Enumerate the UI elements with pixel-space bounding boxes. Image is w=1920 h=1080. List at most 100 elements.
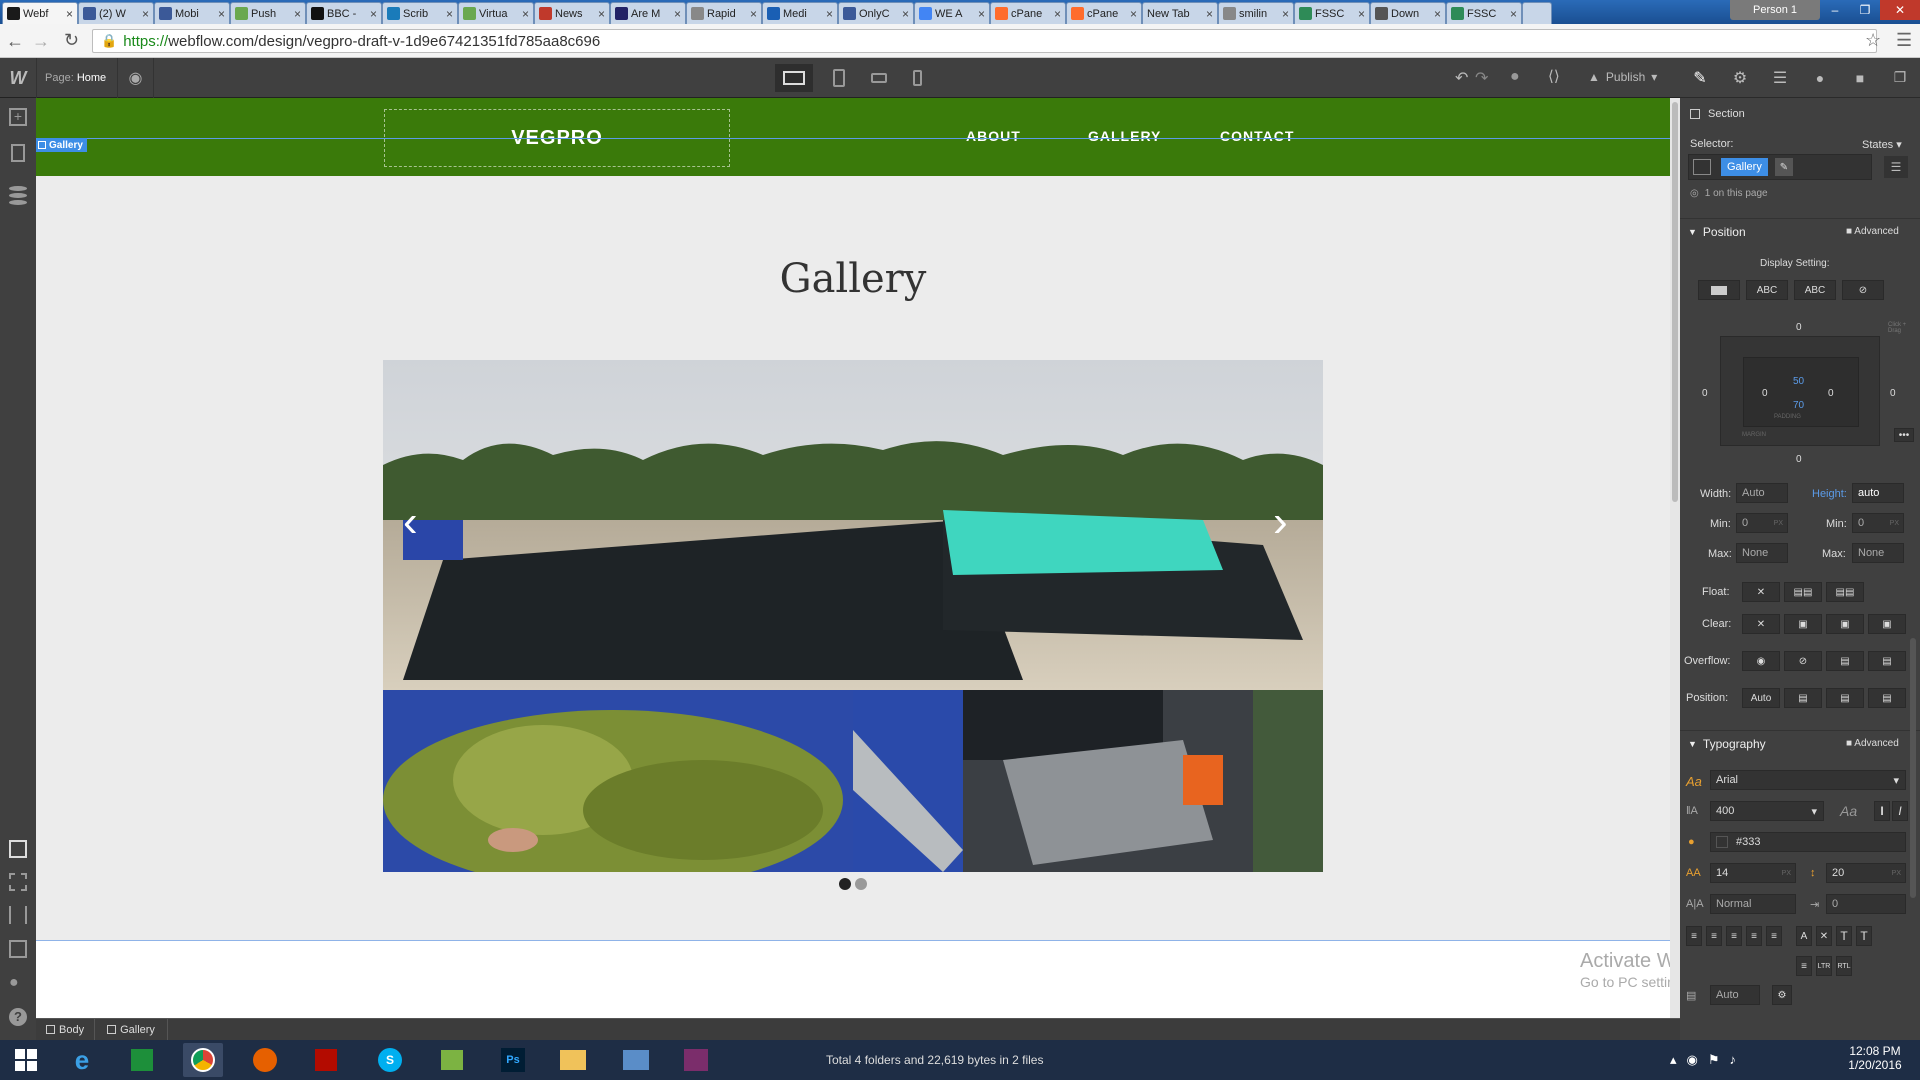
messenger-icon[interactable] [432, 1043, 472, 1077]
ltr-direction-icon[interactable]: LTR [1816, 956, 1832, 976]
close-tab-icon[interactable]: × [1206, 7, 1213, 21]
font-family-select[interactable]: Arial ▾ [1710, 770, 1906, 790]
menu-icon[interactable]: ☰ [1896, 30, 1912, 51]
height-input[interactable]: auto [1852, 483, 1904, 503]
canvas-scrollbar[interactable] [1670, 98, 1680, 1018]
slider-dot[interactable] [839, 878, 851, 890]
close-tab-icon[interactable]: × [218, 7, 225, 21]
box-model-editor[interactable] [1720, 336, 1880, 446]
browser-tab[interactable]: smilin × [1218, 2, 1294, 24]
portrait-phone-view-icon[interactable] [898, 64, 936, 92]
margin-left-value[interactable]: 0 [1702, 388, 1708, 399]
photos-icon[interactable] [616, 1043, 656, 1077]
color-swatch[interactable] [1716, 836, 1728, 848]
add-element-icon[interactable]: + [9, 108, 27, 126]
browser-tab[interactable]: Push × [230, 2, 306, 24]
browser-tab[interactable]: Are M × [610, 2, 686, 24]
gallery-slider[interactable]: ‹ › [383, 360, 1323, 690]
overflow-visible-button[interactable]: ◉ [1742, 651, 1780, 671]
margin-right-value[interactable]: 0 [1890, 388, 1896, 399]
close-tab-icon[interactable]: × [66, 7, 73, 21]
close-tab-icon[interactable]: × [446, 7, 453, 21]
browser-tab[interactable]: OnlyC × [838, 2, 914, 24]
interactions-icon[interactable]: ❐ [1880, 58, 1920, 97]
close-tab-icon[interactable]: × [1054, 7, 1061, 21]
gallery-section[interactable]: Gallery ‹ › [36, 176, 1670, 941]
style-list-icon[interactable]: ☰ [1884, 156, 1908, 178]
browser-tab[interactable]: FSSC × [1294, 2, 1370, 24]
store-icon[interactable] [122, 1043, 162, 1077]
browser-tab[interactable]: FSSC × [1446, 2, 1522, 24]
box-more-icon[interactable]: ••• [1894, 428, 1914, 442]
display-block-button[interactable] [1698, 280, 1740, 300]
states-dropdown[interactable]: States ▾ [1862, 138, 1902, 151]
close-tab-icon[interactable]: × [750, 7, 757, 21]
min-height-input[interactable]: 0 PX [1852, 513, 1904, 533]
new-tab-button[interactable] [1522, 2, 1552, 24]
align-center-icon[interactable]: ≡ [1726, 926, 1742, 946]
max-height-input[interactable]: None [1852, 543, 1904, 563]
browser-tab[interactable]: Mobi × [154, 2, 230, 24]
settings-gear-icon[interactable]: ⚙ [1720, 58, 1760, 97]
align-left-button-icon[interactable]: ≡ [1706, 926, 1722, 946]
pages-icon[interactable] [11, 144, 25, 162]
columns-input[interactable]: Auto [1710, 985, 1760, 1005]
browser-tab[interactable]: Down × [1370, 2, 1446, 24]
align-justify-icon[interactable]: ≡ [1766, 926, 1782, 946]
line-height-input[interactable]: 20 PX [1826, 863, 1906, 883]
text-indent-input[interactable]: 0 [1826, 894, 1906, 914]
selected-element-tag[interactable]: Gallery [36, 138, 87, 152]
browser-tab[interactable]: Rapid × [686, 2, 762, 24]
browser-tab[interactable]: cPane × [990, 2, 1066, 24]
webflow-logo-icon[interactable]: W [0, 58, 36, 98]
breadcrumb-body[interactable]: Body [36, 1019, 96, 1040]
close-tab-icon[interactable]: × [674, 7, 681, 21]
float-left-button[interactable]: ▤▤ [1784, 582, 1822, 602]
padding-top-value[interactable]: 50 [1793, 376, 1804, 387]
undo-icon[interactable]: ↶ [1455, 68, 1468, 88]
design-canvas[interactable]: VEGPRO ABOUT GALLERY CONTACT Gallery Gal… [36, 98, 1670, 1018]
overflow-scroll-button[interactable]: ▤ [1826, 651, 1864, 671]
font-size-input[interactable]: 14 PX [1710, 863, 1796, 883]
rtl-direction-icon[interactable]: RTL [1836, 956, 1852, 976]
font-weight-select[interactable]: 400 ▾ [1710, 801, 1824, 821]
photoshop-icon[interactable]: Ps [493, 1043, 533, 1077]
gallery-heading[interactable]: Gallery [36, 256, 1670, 302]
maximize-icon[interactable]: ❐ [1850, 0, 1880, 20]
nav-link-contact[interactable]: CONTACT [1220, 128, 1320, 144]
volume-icon[interactable]: ♪ [1730, 1052, 1737, 1068]
close-tab-icon[interactable]: × [978, 7, 985, 21]
margin-bottom-value[interactable]: 0 [1796, 454, 1802, 465]
navigator-list-icon[interactable]: ☰ [1760, 58, 1800, 97]
italic-on-icon[interactable]: I [1892, 801, 1908, 821]
browser-tab[interactable]: (2) W × [78, 2, 154, 24]
globe-icon[interactable]: ● [1510, 68, 1520, 86]
max-width-input[interactable]: None [1736, 543, 1788, 563]
position-absolute-button[interactable]: ▤ [1826, 688, 1864, 708]
code-export-icon[interactable]: ⟨⟩ [1548, 67, 1560, 85]
font-style-icon[interactable]: Aa [1840, 803, 1857, 819]
close-tab-icon[interactable]: × [370, 7, 377, 21]
edit-class-pencil-icon[interactable]: ✎ [1775, 158, 1793, 176]
tablet-view-icon[interactable] [820, 64, 858, 92]
padding-left-value[interactable]: 0 [1762, 388, 1768, 399]
close-tab-icon[interactable]: × [1358, 7, 1365, 21]
acrobat-icon[interactable] [306, 1043, 346, 1077]
browser-tab[interactable]: Webf × [2, 2, 78, 24]
url-field[interactable]: 🔒 https://webflow.com/design/vegpro-draf… [92, 29, 1877, 53]
columns-settings-gear-icon[interactable]: ⚙ [1772, 985, 1792, 1005]
close-tab-icon[interactable]: × [1130, 7, 1137, 21]
navigator-icon[interactable] [9, 940, 27, 958]
clear-none-button[interactable]: ✕ [1742, 614, 1780, 634]
publish-button[interactable]: ▲ Publish ▾ [1588, 70, 1657, 84]
skype-icon[interactable]: S [370, 1043, 410, 1077]
preview-eye-icon[interactable]: ◉ [118, 58, 154, 98]
bookmark-star-icon[interactable]: ☆ [1865, 30, 1881, 51]
strikethrough-icon[interactable]: T [1856, 926, 1872, 946]
display-none-button[interactable]: ⊘ [1842, 280, 1884, 300]
firefox-icon[interactable] [245, 1043, 285, 1077]
landscape-phone-view-icon[interactable] [860, 64, 898, 92]
position-auto-button[interactable]: Auto [1742, 688, 1780, 708]
display-inline-button[interactable]: ABC [1794, 280, 1836, 300]
browser-tab[interactable]: New Tab × [1142, 2, 1218, 24]
